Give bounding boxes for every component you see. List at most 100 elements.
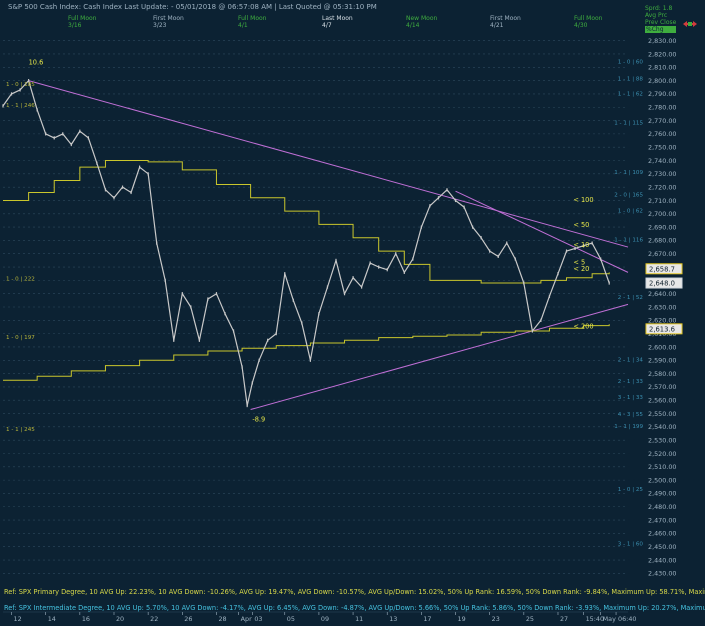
x-tick-label: 05 (287, 615, 295, 623)
y-tick-label: 2,820.00 (648, 50, 676, 58)
price-point (540, 318, 542, 322)
moon-date: 4/1 (238, 22, 248, 29)
price-point (395, 252, 397, 256)
pct-change-label: %Chg (645, 26, 677, 33)
moon-label: New Moon (406, 15, 438, 22)
level-label-right: 1 - 1 | 199 (614, 424, 643, 430)
annotation-label: < 50 (573, 221, 589, 229)
x-tick-label: 16 (82, 615, 90, 623)
x-tick-label: 11 (355, 615, 363, 623)
y-tick-label: 2,790.00 (648, 90, 676, 98)
moon-label: Full Moon (238, 15, 267, 22)
price-point (121, 185, 124, 189)
price-point (309, 358, 311, 362)
x-tick-label: 09 (321, 615, 329, 623)
y-tick-label: 2,450.00 (648, 543, 676, 551)
y-tick-label: 2,670.00 (648, 250, 676, 258)
y-tick-label: 2,730.00 (648, 170, 676, 178)
arrows-settings-icon[interactable] (682, 14, 698, 27)
price-point (207, 297, 209, 301)
price-point (147, 172, 149, 176)
price-point (412, 257, 414, 261)
moon-date: 3/23 (153, 22, 167, 29)
price-point (173, 338, 175, 342)
level-label-right: 1 - 1 | 62 (618, 91, 643, 97)
price-point (275, 332, 277, 336)
moon-phase-7: Full Moon 4/30 (574, 15, 603, 29)
price-point (215, 292, 218, 296)
annotation-label: 10.6 (29, 59, 44, 67)
y-tick-label: 2,770.00 (648, 117, 676, 125)
level-label-right: 1 - 0 | 60 (618, 59, 644, 65)
y-tick-label: 2,710.00 (648, 197, 676, 205)
price-point (164, 278, 166, 282)
y-tick-label: 2,560.00 (648, 397, 676, 405)
moon-date: 4/14 (406, 22, 420, 29)
price-point (565, 249, 568, 253)
price-point (19, 88, 21, 92)
price-point (608, 281, 610, 285)
x-tick-label: Apr (241, 615, 252, 623)
annotation-label: < 20 (573, 265, 589, 273)
price-tag-label: 2,658.7 (649, 265, 675, 273)
price-point (514, 257, 516, 261)
price-point (600, 257, 602, 261)
y-tick-label: 2,500.00 (648, 476, 676, 484)
price-point (258, 358, 260, 362)
price-point (446, 188, 448, 192)
price-point (130, 190, 132, 195)
y-tick-label: 2,640.00 (648, 290, 676, 298)
y-tick-label: 2,540.00 (648, 423, 676, 431)
y-tick-label: 2,800.00 (648, 77, 676, 85)
spx-chart: 2,830.00 2,820.00 2,810.00 2,800.00 2,790.00… (0, 0, 705, 626)
price-point (113, 196, 115, 200)
moon-date: 4/30 (574, 22, 588, 29)
price-point (62, 132, 64, 136)
level-label-left: 1 - 0 | 222 (6, 276, 35, 282)
y-tick-label: 2,830.00 (648, 37, 676, 45)
price-point (241, 365, 243, 369)
moon-label: First Moon (153, 15, 184, 22)
x-tick-label: May (603, 615, 616, 623)
overlay-inner-trend (455, 190, 629, 273)
x-tick-label: 20 (116, 615, 124, 623)
price-point (326, 285, 329, 289)
price-point (10, 92, 13, 96)
y-tick-label: 2,430.00 (648, 570, 676, 578)
price-point (548, 294, 551, 298)
price-point (335, 258, 337, 262)
level-label-right: 2 - 1 | 52 (618, 295, 643, 301)
level-label-left: 1 - 0 | 185 (6, 82, 35, 88)
price-point (53, 136, 55, 140)
x-tick-label: 22 (150, 615, 158, 623)
x-tick-label: 28 (218, 615, 226, 623)
moon-label: Last Moon (322, 15, 353, 22)
moon-label: Full Moon (574, 15, 603, 22)
moon-date: 3/16 (68, 22, 82, 29)
x-tick-label: 06:40 (618, 615, 636, 623)
y-tick-label: 2,810.00 (648, 64, 676, 72)
moon-phase-1: Full Moon 3/16 (68, 15, 97, 29)
y-tick-label: 2,510.00 (648, 463, 676, 471)
price-point (463, 205, 465, 209)
x-tick-label: 27 (560, 615, 568, 623)
price-point (352, 276, 354, 280)
price-point (454, 198, 457, 203)
y-tick-label: 2,600.00 (648, 343, 676, 351)
price-point (318, 312, 320, 316)
overlay-ma-step-2 (3, 324, 610, 381)
y-tick-label: 2,530.00 (648, 436, 676, 444)
price-point (378, 265, 380, 269)
price-point (403, 270, 405, 274)
price-point (87, 136, 89, 140)
level-label-right: 2 - 0 | 165 (614, 192, 643, 198)
price-point (267, 338, 269, 342)
moon-phase-5: New Moon 4/14 (406, 15, 437, 29)
price-point (437, 196, 440, 200)
overlay-ma-step-1 (3, 160, 610, 284)
x-tick-label: 19 (458, 615, 466, 623)
x-tick-label: 13 (389, 615, 397, 623)
x-tick-label: 15:40 (586, 615, 604, 623)
y-tick-label: 2,480.00 (648, 503, 676, 511)
price-point (301, 321, 303, 325)
